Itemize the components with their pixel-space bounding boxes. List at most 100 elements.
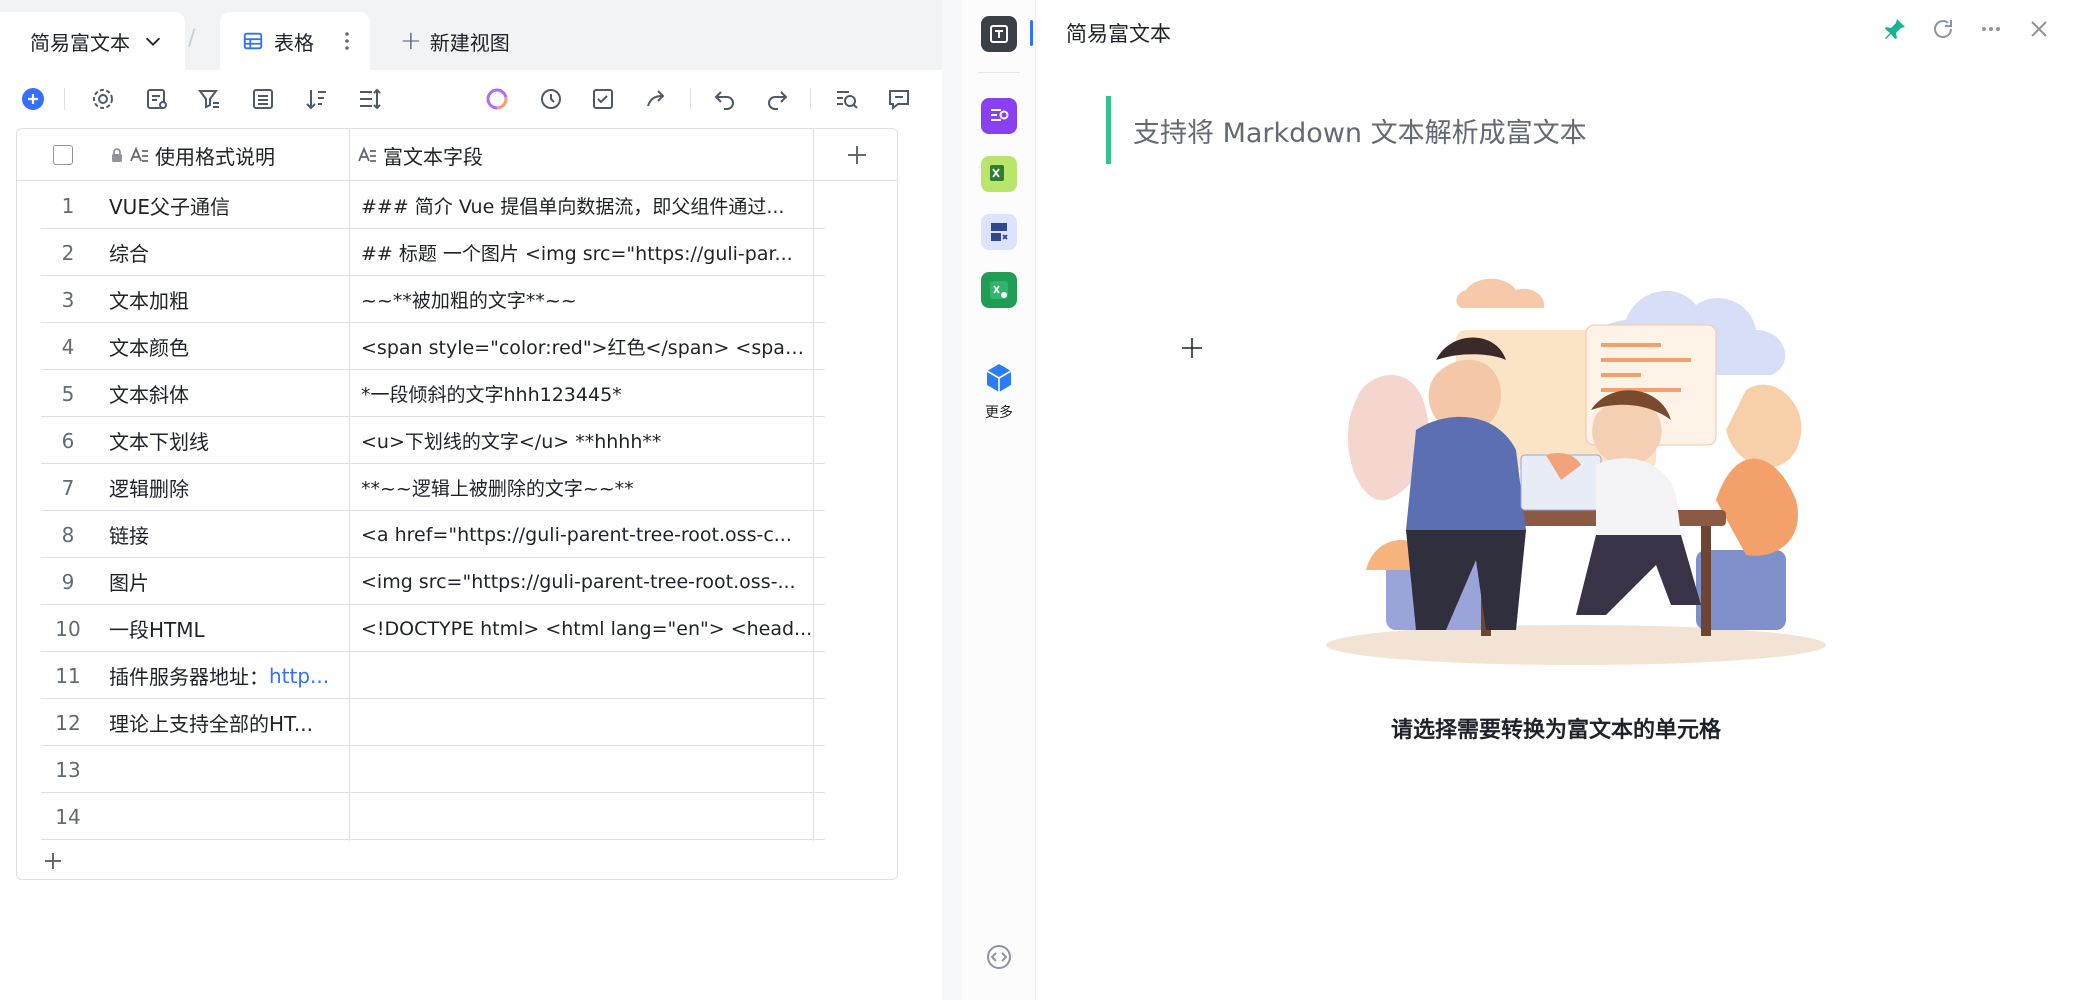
column-header-2[interactable]: 富文本字段: [357, 129, 483, 181]
row-number: 12: [55, 710, 81, 735]
cell-richtext[interactable]: <a href="https://guli-parent-tree-root.o…: [361, 511, 813, 558]
cell-format[interactable]: 文本颜色: [109, 323, 343, 370]
table-row[interactable]: 6 文本下划线 <u>下划线的文字</u> **hhhh**: [41, 417, 825, 464]
cell-richtext[interactable]: **~~逻辑上被删除的文字~~**: [361, 464, 813, 511]
cell-richtext[interactable]: <u>下划线的文字</u> **hhhh**: [361, 417, 813, 464]
filter-icon[interactable]: [196, 86, 222, 112]
cell-richtext[interactable]: [361, 746, 813, 793]
data-grid: 使用格式说明 富文本字段 1 VUE父子通信 ### 简介 Vue 提倡单向数据…: [16, 128, 898, 880]
cell-richtext[interactable]: <span style="color:red">红色</span> <span.…: [361, 323, 813, 370]
cell-richtext[interactable]: [361, 652, 813, 699]
cell-format[interactable]: VUE父子通信: [109, 182, 343, 229]
cell-richtext[interactable]: ~~**被加粗的文字**~~: [361, 276, 813, 323]
search-icon[interactable]: [834, 86, 860, 112]
sidebar-app-3[interactable]: [981, 214, 1017, 250]
toolbar-divider: [690, 88, 691, 110]
cell-text: VUE父子通信: [109, 195, 230, 219]
table-row[interactable]: 1 VUE父子通信 ### 简介 Vue 提倡单向数据流，即父组件通过...: [41, 182, 825, 229]
cell-format[interactable]: 一段HTML: [109, 605, 343, 652]
cell-format[interactable]: 图片: [109, 558, 343, 605]
sort-icon[interactable]: [304, 86, 330, 112]
cell-format[interactable]: [109, 746, 343, 793]
table-row[interactable]: 13: [41, 746, 825, 793]
sidebar-app-2[interactable]: [981, 156, 1017, 192]
cell-format[interactable]: [109, 793, 343, 840]
cell-link[interactable]: http...: [269, 664, 329, 688]
cell-format[interactable]: 文本下划线: [109, 417, 343, 464]
crosshair-cursor-icon: [1182, 338, 1202, 358]
cell-text: *一段倾斜的文字hhh123445*: [361, 384, 622, 406]
cell-format[interactable]: 理论上支持全部的HT...: [109, 699, 343, 746]
sidebar-app-1[interactable]: [981, 98, 1017, 134]
cell-format[interactable]: 链接: [109, 511, 343, 558]
cell-richtext[interactable]: *一段倾斜的文字hhh123445*: [361, 370, 813, 417]
code-icon[interactable]: [984, 942, 1014, 972]
row-number: 9: [61, 569, 75, 594]
add-record-icon[interactable]: [20, 86, 46, 112]
excel-sync-icon: [990, 281, 1008, 299]
more-icon[interactable]: [1978, 16, 2004, 42]
row-number: 10: [55, 616, 81, 641]
close-icon[interactable]: [2026, 16, 2052, 42]
table-row[interactable]: 9 图片 <img src="https://guli-parent-tree-…: [41, 558, 825, 605]
share-icon[interactable]: [644, 86, 670, 112]
table-row[interactable]: 5 文本斜体 *一段倾斜的文字hhh123445*: [41, 370, 825, 417]
cell-richtext[interactable]: [361, 793, 813, 840]
table-row[interactable]: 4 文本颜色 <span style="color:red">红色</span>…: [41, 323, 825, 370]
row-number: 6: [61, 428, 75, 453]
cell-richtext[interactable]: [361, 699, 813, 746]
comment-icon[interactable]: [886, 86, 912, 112]
cell-format[interactable]: 文本斜体: [109, 370, 343, 417]
cell-format[interactable]: 综合: [109, 229, 343, 276]
redo-icon[interactable]: [764, 86, 790, 112]
cell-text: **~~逻辑上被删除的文字~~**: [361, 478, 634, 500]
table-row[interactable]: 11 插件服务器地址： http...: [41, 652, 825, 699]
cell-format[interactable]: 逻辑删除: [109, 464, 343, 511]
table-row[interactable]: 8 链接 <a href="https://guli-parent-tree-r…: [41, 511, 825, 558]
tab-grid-view[interactable]: 表格: [220, 12, 370, 70]
sidebar-app-4[interactable]: [981, 272, 1017, 308]
table-row[interactable]: 2 综合 ## 标题 一个图片 <img src="https://guli-p…: [41, 229, 825, 276]
select-all-checkbox[interactable]: [53, 145, 73, 165]
row-number: 7: [61, 475, 75, 500]
plugin-app-icon[interactable]: [981, 16, 1017, 52]
undo-icon[interactable]: [712, 86, 738, 112]
cell-text: <img src="https://guli-parent-tree-root.…: [361, 570, 796, 593]
new-view-label: 新建视图: [429, 30, 510, 55]
row-number: 14: [55, 804, 81, 829]
table-row[interactable]: 14: [41, 793, 825, 840]
cell-richtext[interactable]: ### 简介 Vue 提倡单向数据流，即父组件通过...: [361, 182, 813, 229]
ai-icon[interactable]: [484, 86, 510, 112]
cube-icon: [986, 364, 1012, 392]
new-view-button[interactable]: + 新建视图: [400, 12, 510, 70]
add-row-icon[interactable]: [41, 849, 65, 873]
table-row[interactable]: 3 文本加粗 ~~**被加粗的文字**~~: [41, 276, 825, 323]
more-vertical-icon[interactable]: [344, 30, 350, 52]
doc-name-dropdown[interactable]: 简易富文本: [0, 12, 185, 70]
toolbar-divider: [810, 88, 811, 110]
table-row[interactable]: 12 理论上支持全部的HT...: [41, 699, 825, 746]
cell-richtext[interactable]: ## 标题 一个图片 <img src="https://guli-par...: [361, 229, 813, 276]
settings-icon[interactable]: [90, 86, 116, 112]
cell-format[interactable]: 文本加粗: [109, 276, 343, 323]
checklist-icon[interactable]: [590, 86, 616, 112]
history-icon[interactable]: [538, 86, 564, 112]
cell-richtext[interactable]: <!DOCTYPE html> <html lang="en"> <head..…: [361, 605, 813, 652]
field-icon[interactable]: [144, 86, 170, 112]
cell-richtext[interactable]: <img src="https://guli-parent-tree-root.…: [361, 558, 813, 605]
add-column-icon[interactable]: [843, 141, 871, 169]
pin-icon[interactable]: [1882, 16, 1908, 42]
more-label[interactable]: 更多: [962, 402, 1036, 422]
sidebar-divider: [978, 72, 1020, 73]
group-icon[interactable]: [250, 86, 276, 112]
more-apps-button[interactable]: [981, 360, 1017, 396]
cell-format[interactable]: 插件服务器地址： http...: [109, 652, 343, 699]
column-header-1[interactable]: 使用格式说明: [109, 129, 275, 181]
table-row[interactable]: 10 一段HTML <!DOCTYPE html> <html lang="en…: [41, 605, 825, 652]
app-root: 简易富文本 / 表格 + 新建视图 使用格式说明 富文本字段 1 VUE父子通信…: [0, 0, 2074, 1000]
table-row[interactable]: 7 逻辑删除 **~~逻辑上被删除的文字~~**: [41, 464, 825, 511]
cell-text: <span style="color:red">红色</span> <span.…: [361, 337, 813, 359]
cell-text: 文本颜色: [109, 336, 189, 360]
refresh-icon[interactable]: [1930, 16, 1956, 42]
row-height-icon[interactable]: [356, 86, 382, 112]
